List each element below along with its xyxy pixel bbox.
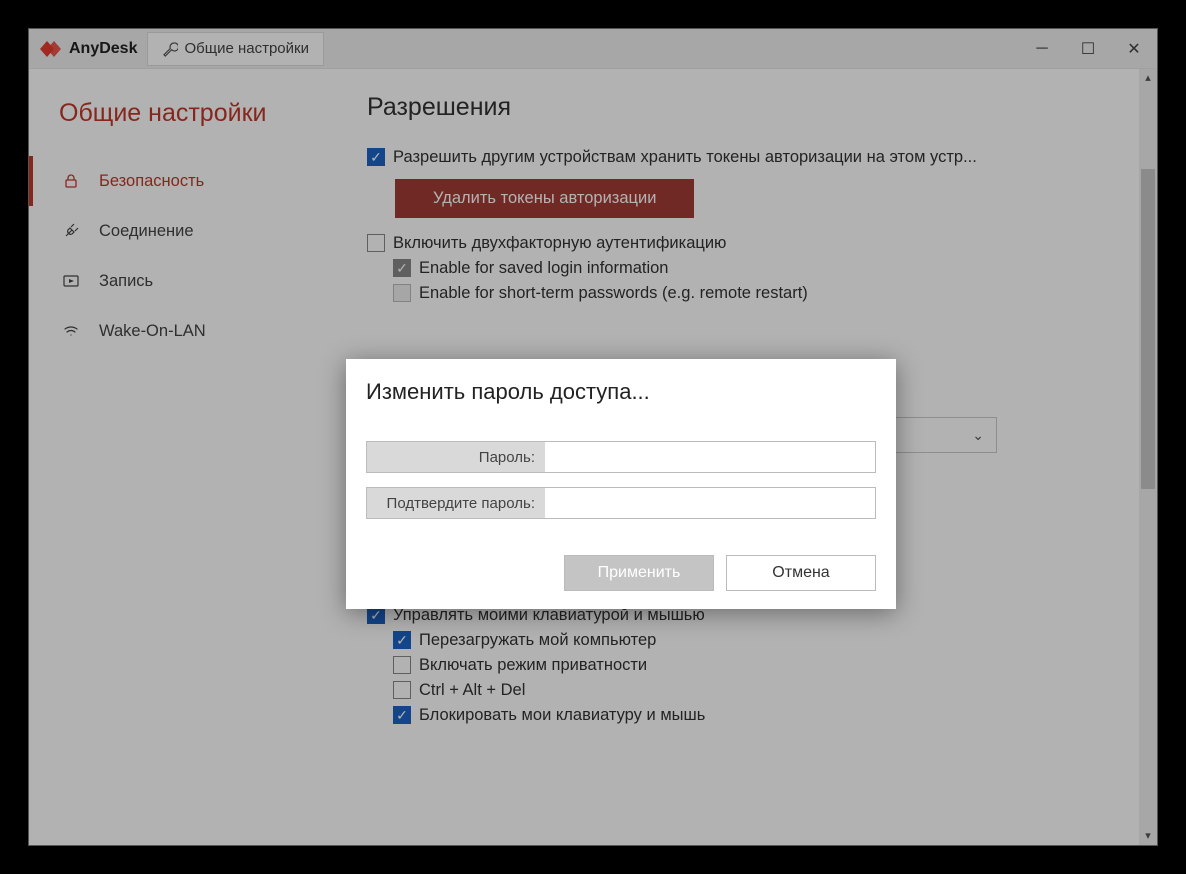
record-icon — [63, 273, 85, 289]
checkbox-icon — [393, 681, 411, 699]
checkbox-two-factor[interactable]: Включить двухфакторную аутентификацию — [367, 234, 1133, 253]
checkbox-icon: ✓ — [393, 706, 411, 724]
tab-label: Общие настройки — [184, 40, 309, 57]
window-controls: ─ ☐ ✕ — [1019, 29, 1157, 68]
dialog-buttons: Применить Отмена — [366, 555, 876, 591]
password-field-row: Пароль: — [366, 441, 876, 473]
checkbox-icon: ✓ — [367, 148, 385, 166]
checkbox-allow-tokens[interactable]: ✓ Разрешить другим устройствам хранить т… — [367, 148, 1133, 167]
anydesk-logo-icon — [37, 36, 63, 62]
confirm-label: Подтвердите пароль: — [367, 488, 545, 518]
checkbox-label: Enable for short-term passwords (e.g. re… — [419, 284, 808, 303]
checkbox-icon — [393, 656, 411, 674]
change-password-dialog: Изменить пароль доступа... Пароль: Подтв… — [346, 359, 896, 609]
app-window: AnyDesk Общие настройки ─ ☐ ✕ ▴ ▾ Общие … — [28, 28, 1158, 846]
checkbox-label: Включать режим приватности — [419, 656, 647, 675]
confirm-field-row: Подтвердите пароль: — [366, 487, 876, 519]
wrench-icon — [162, 41, 178, 57]
checkbox-restart[interactable]: ✓ Перезагружать мой компьютер — [393, 631, 1133, 650]
maximize-button[interactable]: ☐ — [1065, 29, 1111, 68]
app-name: AnyDesk — [69, 40, 137, 58]
checkbox-icon: ✓ — [393, 259, 411, 277]
password-input[interactable] — [545, 442, 875, 472]
minimize-button[interactable]: ─ — [1019, 29, 1065, 68]
sidebar-title: Общие настройки — [29, 85, 349, 156]
checkbox-enable-short[interactable]: Enable for short-term passwords (e.g. re… — [393, 284, 1133, 303]
checkbox-cad[interactable]: Ctrl + Alt + Del — [393, 681, 1133, 700]
sidebar-item-label: Запись — [99, 272, 153, 291]
sidebar: Общие настройки Безопасность Соединение … — [29, 69, 349, 845]
checkbox-label: Блокировать мои клавиатуру и мышь — [419, 706, 705, 725]
sidebar-item-label: Wake-On-LAN — [99, 322, 206, 341]
lock-icon — [63, 173, 85, 189]
checkbox-icon — [393, 284, 411, 302]
password-label: Пароль: — [367, 442, 545, 472]
checkbox-label: Перезагружать мой компьютер — [419, 631, 656, 650]
checkbox-enable-saved[interactable]: ✓ Enable for saved login information — [393, 259, 1133, 278]
sidebar-item-record[interactable]: Запись — [29, 256, 349, 306]
checkbox-block-kbm[interactable]: ✓ Блокировать мои клавиатуру и мышь — [393, 706, 1133, 725]
sidebar-item-label: Безопасность — [99, 172, 204, 191]
checkbox-icon: ✓ — [393, 631, 411, 649]
chevron-down-icon: ⌄ — [972, 427, 984, 444]
checkbox-label: Ctrl + Alt + Del — [419, 681, 525, 700]
delete-tokens-button[interactable]: Удалить токены авторизации — [395, 179, 694, 218]
close-button[interactable]: ✕ — [1111, 29, 1157, 68]
checkbox-label: Включить двухфакторную аутентификацию — [393, 234, 726, 253]
sidebar-item-security[interactable]: Безопасность — [29, 156, 349, 206]
sidebar-item-connection[interactable]: Соединение — [29, 206, 349, 256]
checkbox-label: Enable for saved login information — [419, 259, 668, 278]
sidebar-item-wol[interactable]: Wake-On-LAN — [29, 306, 349, 356]
plug-icon — [63, 223, 85, 239]
dialog-title: Изменить пароль доступа... — [366, 379, 876, 405]
content-heading: Разрешения — [367, 93, 1133, 122]
titlebar: AnyDesk Общие настройки ─ ☐ ✕ — [29, 29, 1157, 69]
confirm-input[interactable] — [545, 488, 875, 518]
checkbox-icon — [367, 234, 385, 252]
checkbox-label: Разрешить другим устройствам хранить ток… — [393, 148, 977, 167]
apply-button[interactable]: Применить — [564, 555, 714, 591]
wifi-icon — [63, 323, 85, 339]
sidebar-item-label: Соединение — [99, 222, 194, 241]
tab-general-settings[interactable]: Общие настройки — [147, 32, 324, 66]
checkbox-privacy[interactable]: Включать режим приватности — [393, 656, 1133, 675]
cancel-button[interactable]: Отмена — [726, 555, 876, 591]
